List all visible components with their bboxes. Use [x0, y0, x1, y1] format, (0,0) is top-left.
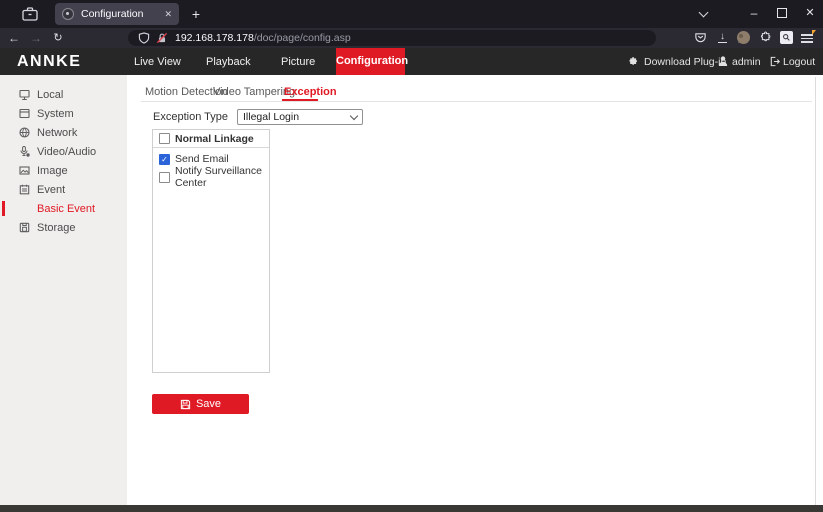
menu-hamburger-icon[interactable] [801, 32, 813, 45]
sidebar-item-local[interactable]: Local [0, 85, 127, 104]
send-email-checkbox[interactable]: ✓ [159, 154, 170, 165]
option-row-notify-center[interactable]: ✓ Notify Surveillance Center [153, 168, 269, 186]
url-text: 192.168.178.178/doc/page/config.asp [175, 32, 351, 44]
logout-link[interactable]: Logout [783, 56, 815, 68]
browser-window: Configuration ✕ + – ✕ ← → ↻ 192.168.178.… [0, 0, 823, 512]
mic-icon [18, 145, 31, 158]
downloads-icon[interactable]: ↓ [718, 31, 727, 43]
option-label: Send Email [175, 153, 229, 165]
normal-linkage-checkbox[interactable]: ✓ [159, 133, 170, 144]
maximize-icon [777, 8, 787, 18]
pocket-icon[interactable] [694, 31, 707, 44]
content-right-border [815, 77, 816, 505]
sidebar-item-storage[interactable]: Storage [0, 218, 127, 237]
window-close-button[interactable]: ✕ [796, 0, 823, 26]
tab-list-chevron-icon[interactable] [699, 8, 709, 18]
tab-strip: Configuration ✕ + – ✕ [0, 0, 823, 28]
new-tab-button[interactable]: + [187, 5, 205, 23]
annke-logo: ANNKE [17, 53, 81, 71]
sidebar-item-image[interactable]: Image [0, 161, 127, 180]
page-bottom-bar [0, 505, 823, 512]
sidebar-item-system[interactable]: System [0, 104, 127, 123]
extensions-puzzle-icon[interactable] [760, 31, 772, 43]
window-minimize-button[interactable]: – [740, 0, 768, 26]
exception-type-value: Illegal Login [243, 111, 299, 123]
tab-video-tampering[interactable]: Video Tampering [213, 86, 295, 98]
sidebar-label: Network [37, 127, 77, 139]
shield-icon[interactable] [138, 32, 150, 44]
browser-tab[interactable]: Configuration ✕ [55, 3, 179, 25]
monitor-icon [18, 88, 31, 101]
firefox-view-icon[interactable] [22, 7, 38, 21]
sidebar-label: Event [37, 184, 65, 196]
linkage-header-row[interactable]: ✓ Normal Linkage [153, 130, 269, 148]
user-name[interactable]: admin [732, 56, 761, 68]
tab-title: Configuration [81, 8, 160, 20]
sidebar-item-event[interactable]: Event [0, 180, 127, 199]
tab-close-icon[interactable]: ✕ [164, 9, 172, 20]
menu-badge [812, 30, 816, 35]
site-header: ANNKE Live View Playback Picture Configu… [0, 48, 823, 75]
linkage-panel: ✓ Normal Linkage ✓ Send Email ✓ Notify S… [152, 129, 270, 373]
calendar-icon [18, 183, 31, 196]
image-icon [18, 164, 31, 177]
main-content: Motion Detection Video Tampering Excepti… [127, 75, 823, 505]
sidebar-item-video-audio[interactable]: Video/Audio [0, 142, 127, 161]
plugin-puzzle-icon [628, 56, 639, 67]
tab-exception[interactable]: Exception [284, 86, 337, 98]
option-label: Notify Surveillance Center [175, 165, 269, 189]
nav-picture[interactable]: Picture [281, 56, 315, 68]
extension-avatar-icon[interactable] [737, 31, 750, 44]
nav-configuration[interactable]: Configuration [336, 48, 405, 75]
save-button[interactable]: Save [152, 394, 249, 414]
insecure-lock-icon[interactable] [156, 32, 168, 44]
linkage-header-label: Normal Linkage [175, 133, 254, 145]
sidebar: Local System Network Video/Audio Image E… [0, 75, 127, 505]
browser-toolbar: ← → ↻ 192.168.178.178/doc/page/config.as… [0, 28, 823, 48]
nav-live-view[interactable]: Live View [134, 56, 181, 68]
save-label: Save [196, 398, 221, 410]
url-host: 192.168.178.178 [175, 32, 254, 44]
download-plugin-link[interactable]: Download Plug-in [644, 56, 726, 68]
save-floppy-icon [180, 399, 191, 410]
reload-button[interactable]: ↻ [50, 28, 66, 48]
exception-type-select[interactable]: Illegal Login [237, 109, 363, 125]
url-bar[interactable]: 192.168.178.178/doc/page/config.asp ☆ [128, 30, 656, 46]
sidebar-label: Storage [37, 222, 76, 234]
globe-icon [18, 126, 31, 139]
url-path: /doc/page/config.asp [254, 32, 351, 44]
storage-icon [18, 221, 31, 234]
selected-indicator [2, 201, 5, 216]
logout-icon [769, 56, 780, 67]
sidebar-label: Local [37, 89, 63, 101]
sidebar-label: Video/Audio [37, 146, 96, 158]
chevron-down-icon [350, 111, 358, 119]
window-maximize-button[interactable] [768, 0, 796, 26]
sidebar-item-network[interactable]: Network [0, 123, 127, 142]
sidebar-label: System [37, 108, 74, 120]
user-icon [717, 55, 729, 67]
search-tool-icon[interactable] [780, 31, 793, 44]
sidebar-label: Basic Event [37, 203, 95, 215]
notify-center-checkbox[interactable]: ✓ [159, 172, 170, 183]
tab-favicon [62, 8, 74, 20]
sidebar-item-basic-event[interactable]: Basic Event [0, 199, 127, 218]
sidebar-label: Image [37, 165, 68, 177]
exception-type-label: Exception Type [153, 111, 228, 123]
tabs-divider [141, 101, 812, 102]
back-button[interactable]: ← [6, 28, 22, 48]
forward-button[interactable]: → [28, 28, 44, 48]
nav-playback[interactable]: Playback [206, 56, 251, 68]
window-icon [18, 107, 31, 120]
